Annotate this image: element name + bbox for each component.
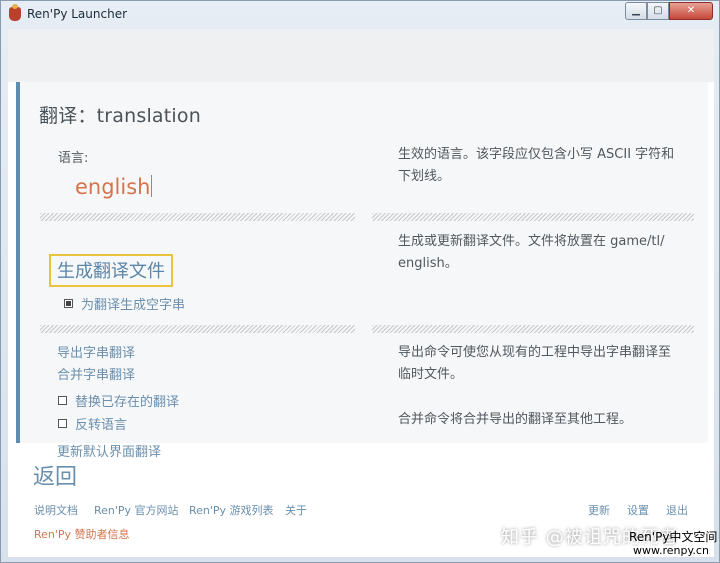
extract-help: 导出命令可使您从现有的工程中导出字串翻译至 临时文件。: [398, 342, 698, 386]
minimize-button[interactable]: ▁: [625, 2, 647, 20]
footer-link-games[interactable]: Ren'Py 游戏列表: [189, 502, 274, 518]
separator-right-2: [372, 325, 694, 333]
separator-right-1: [372, 213, 694, 221]
replace-existing-checkbox[interactable]: 替换已存在的翻译: [58, 391, 179, 410]
extract-help-line2: 临时文件。: [398, 367, 464, 382]
checkbox-empty-icon: [58, 419, 67, 428]
checkbox-empty-icon: [58, 396, 67, 405]
panel-accent-bar: [16, 82, 20, 443]
language-help-line1: 生效的语言。该字段应仅包含小写 ASCII 字符和: [398, 147, 675, 162]
launcher-window: Ren'Py Launcher ▁ ▢ ✕ 翻译：translation 语言:…: [0, 0, 720, 563]
generate-translations-button[interactable]: 生成翻译文件: [49, 254, 173, 287]
page-title: 翻译：translation: [39, 105, 201, 127]
footer-link-quit[interactable]: 退出: [666, 502, 688, 518]
renpy-logo-icon: [9, 4, 21, 21]
update-default-interface-link[interactable]: 更新默认界面翻译: [57, 441, 161, 460]
empty-strings-checkbox[interactable]: 为翻译生成空字串: [64, 294, 185, 313]
footer-link-website[interactable]: Ren'Py 官方网站: [94, 502, 179, 518]
language-label: 语言:: [58, 151, 89, 166]
language-value: english: [75, 175, 151, 199]
maximize-button[interactable]: ▢: [647, 2, 669, 20]
language-input[interactable]: english: [75, 175, 153, 199]
close-button[interactable]: ✕: [669, 2, 713, 20]
checkbox-checked-icon: [64, 299, 73, 308]
text-caret: [151, 175, 153, 197]
translation-panel: 翻译：translation 语言: english 生效的语言。该字段应仅包含…: [16, 82, 708, 460]
client-area: 翻译：translation 语言: english 生效的语言。该字段应仅包含…: [8, 29, 714, 557]
back-button[interactable]: 返回: [33, 459, 77, 491]
replace-existing-label: 替换已存在的翻译: [75, 395, 180, 410]
top-strip: [8, 29, 714, 82]
window-title: Ren'Py Launcher: [27, 7, 128, 21]
merge-help: 合并命令将合并导出的翻译至其他工程。: [398, 412, 633, 427]
language-help: 生效的语言。该字段应仅包含小写 ASCII 字符和 下划线。: [398, 144, 698, 188]
footer-link-about[interactable]: 关于: [285, 502, 307, 518]
generate-help: 生成或更新翻译文件。文件将放置在 game/tl/ english。: [398, 231, 698, 275]
title-bar[interactable]: Ren'Py Launcher ▁ ▢ ✕: [1, 1, 719, 27]
merge-strings-link[interactable]: 合并字串翻译: [57, 364, 135, 383]
extract-help-line1: 导出命令可使您从现有的工程中导出字串翻译至: [398, 345, 672, 360]
reverse-languages-checkbox[interactable]: 反转语言: [58, 414, 127, 433]
footer-link-docs[interactable]: 说明文档: [34, 502, 78, 518]
language-help-line2: 下划线。: [398, 169, 451, 184]
generate-help-line2: english。: [398, 256, 458, 271]
footer-link-preferences[interactable]: 设置: [627, 502, 649, 518]
empty-strings-label: 为翻译生成空字串: [81, 298, 186, 313]
separator-left-2: [40, 325, 355, 333]
footer-link-update[interactable]: 更新: [588, 502, 610, 518]
separator-left-1: [40, 213, 355, 221]
extract-strings-link[interactable]: 导出字串翻译: [57, 342, 135, 361]
generate-help-line1: 生成或更新翻译文件。文件将放置在 game/tl/: [398, 234, 665, 249]
reverse-languages-label: 反转语言: [75, 418, 128, 433]
url-watermark: www.renpy.cn: [633, 544, 709, 557]
site-watermark: Ren'Py中文空间: [629, 530, 718, 544]
sponsor-link[interactable]: Ren'Py 赞助者信息: [34, 526, 130, 542]
